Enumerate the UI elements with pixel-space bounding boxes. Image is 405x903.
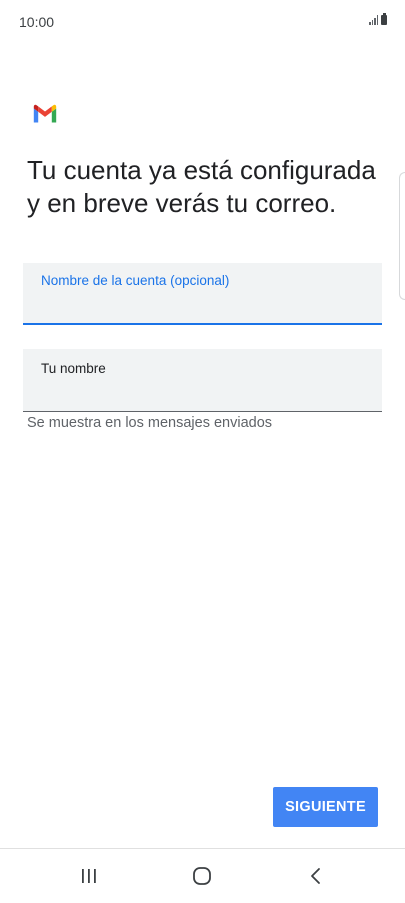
recents-button[interactable] (49, 849, 129, 903)
your-name-label: Tu nombre (41, 361, 106, 376)
status-icons (369, 13, 387, 25)
signal-icon (369, 15, 378, 25)
navigation-bar (0, 848, 405, 902)
account-name-input[interactable] (41, 299, 361, 317)
recents-icon (82, 869, 96, 883)
status-bar: 10:00 (0, 0, 405, 44)
your-name-input[interactable] (41, 387, 361, 405)
account-name-label: Nombre de la cuenta (opcional) (41, 273, 230, 288)
back-button[interactable] (276, 849, 356, 903)
account-name-field[interactable]: Nombre de la cuenta (opcional) (23, 263, 382, 325)
your-name-helper-text: Se muestra en los mensajes enviados (27, 415, 273, 431)
page-title: Tu cuenta ya está configurada y en breve… (27, 155, 376, 218)
gmail-logo-icon (33, 104, 57, 123)
next-button[interactable]: SIGUIENTE (273, 787, 378, 827)
status-time: 10:00 (19, 14, 55, 30)
edge-panel-handle[interactable] (399, 172, 405, 300)
back-icon (311, 868, 320, 884)
home-button[interactable] (162, 849, 242, 903)
your-name-field[interactable]: Tu nombre (23, 349, 382, 412)
home-icon (193, 867, 211, 885)
battery-icon (381, 13, 387, 25)
